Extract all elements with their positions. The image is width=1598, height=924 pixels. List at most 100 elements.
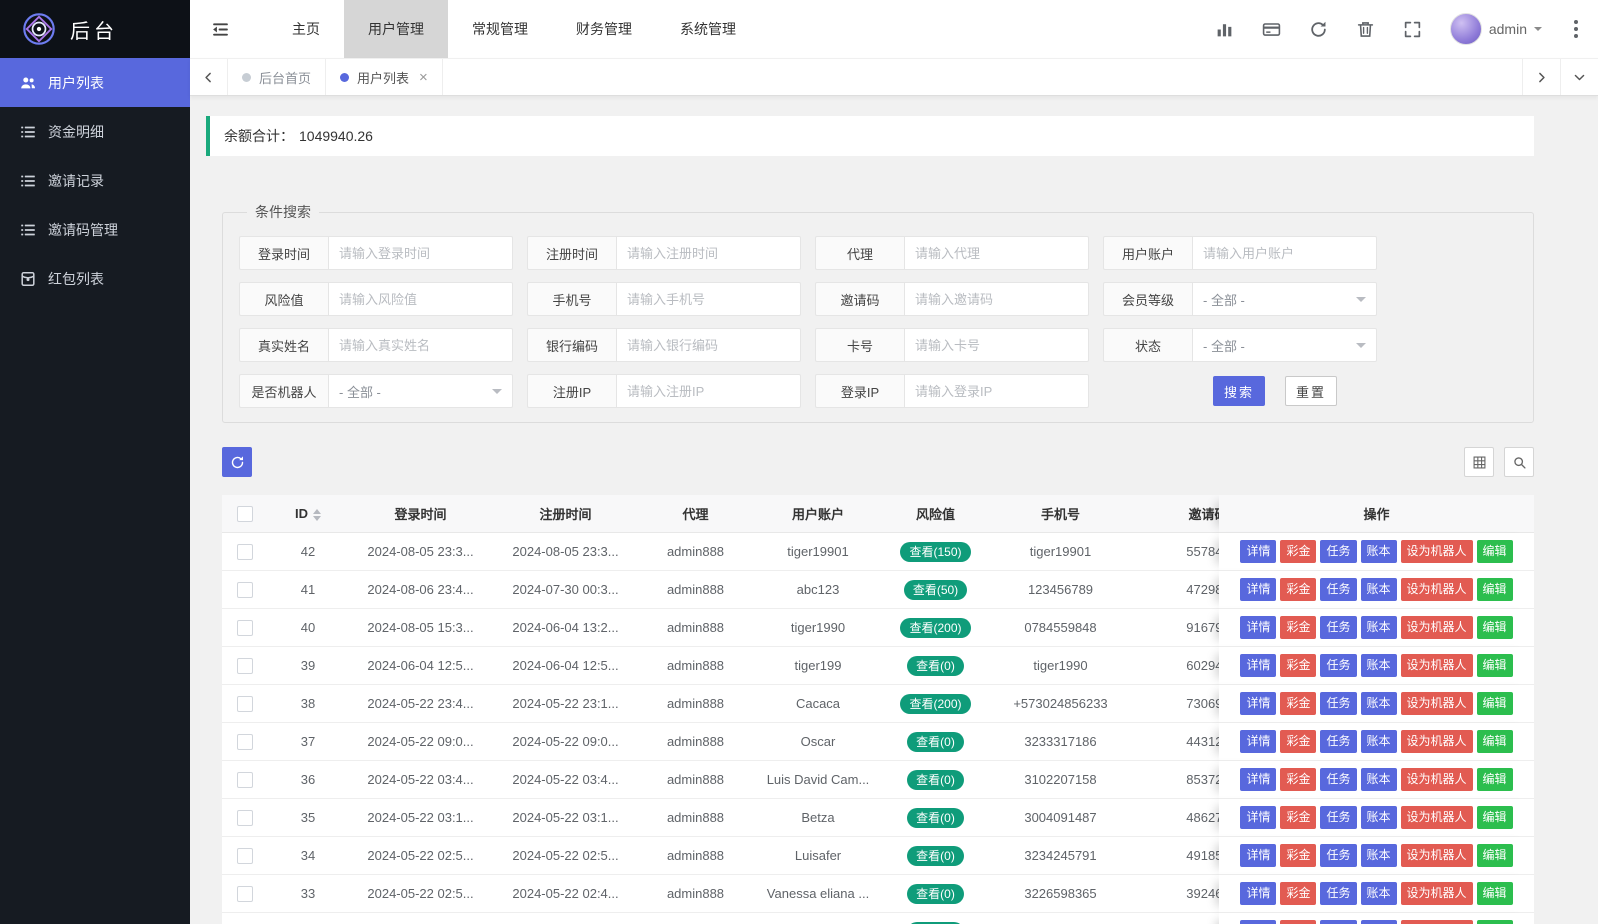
detail-button[interactable]: 详情 <box>1240 616 1276 639</box>
bonus-button[interactable]: 彩金 <box>1280 806 1316 829</box>
sidebar-item[interactable]: 红包列表 <box>0 254 190 303</box>
bonus-button[interactable]: 彩金 <box>1280 920 1316 924</box>
edit-button[interactable]: 编辑 <box>1477 578 1513 601</box>
detail-button[interactable]: 详情 <box>1240 540 1276 563</box>
search-field-input[interactable] <box>905 236 1089 270</box>
user-menu[interactable]: admin <box>1450 13 1542 45</box>
sidebar-item[interactable]: 邀请记录 <box>0 156 190 205</box>
ledger-button[interactable]: 账本 <box>1361 730 1397 753</box>
risk-view-badge[interactable]: 查看(0) <box>907 884 964 904</box>
search-field-input[interactable] <box>329 236 513 270</box>
top-menu-item[interactable]: 主页 <box>268 0 344 58</box>
bonus-button[interactable]: 彩金 <box>1280 882 1316 905</box>
bonus-button[interactable]: 彩金 <box>1280 692 1316 715</box>
edit-button[interactable]: 编辑 <box>1477 730 1513 753</box>
search-field-input[interactable] <box>1193 236 1377 270</box>
set-robot-button[interactable]: 设为机器人 <box>1401 578 1473 601</box>
edit-button[interactable]: 编辑 <box>1477 768 1513 791</box>
bonus-button[interactable]: 彩金 <box>1280 768 1316 791</box>
tab[interactable]: 后台首页 <box>228 59 326 95</box>
task-button[interactable]: 任务 <box>1320 730 1356 753</box>
top-menu-item[interactable]: 用户管理 <box>344 0 448 58</box>
risk-view-badge[interactable]: 查看(0) <box>907 732 964 752</box>
reset-button[interactable]: 重置 <box>1285 376 1337 406</box>
search-field-input[interactable] <box>617 236 801 270</box>
ledger-button[interactable]: 账本 <box>1361 882 1397 905</box>
sidebar-item[interactable]: 资金明细 <box>0 107 190 156</box>
task-button[interactable]: 任务 <box>1320 882 1356 905</box>
edit-button[interactable]: 编辑 <box>1477 882 1513 905</box>
ledger-button[interactable]: 账本 <box>1361 540 1397 563</box>
row-checkbox[interactable] <box>237 848 253 864</box>
top-menu-item[interactable]: 常规管理 <box>448 0 552 58</box>
search-field-input[interactable] <box>617 282 801 316</box>
row-checkbox[interactable] <box>237 582 253 598</box>
risk-view-badge[interactable]: 查看(150) <box>900 542 970 562</box>
risk-view-badge[interactable]: 查看(0) <box>907 656 964 676</box>
row-checkbox[interactable] <box>237 810 253 826</box>
search-field-input[interactable] <box>905 374 1089 408</box>
task-button[interactable]: 任务 <box>1320 540 1356 563</box>
detail-button[interactable]: 详情 <box>1240 882 1276 905</box>
search-field-input[interactable] <box>329 282 513 316</box>
card-icon[interactable] <box>1262 20 1281 39</box>
app-logo[interactable]: 后台 <box>0 0 190 58</box>
ledger-button[interactable]: 账本 <box>1361 654 1397 677</box>
edit-button[interactable]: 编辑 <box>1477 920 1513 924</box>
risk-view-badge[interactable]: 查看(200) <box>900 618 970 638</box>
set-robot-button[interactable]: 设为机器人 <box>1401 768 1473 791</box>
search-field-input[interactable] <box>905 328 1089 362</box>
edit-button[interactable]: 编辑 <box>1477 654 1513 677</box>
detail-button[interactable]: 详情 <box>1240 844 1276 867</box>
detail-button[interactable]: 详情 <box>1240 692 1276 715</box>
top-menu-item[interactable]: 财务管理 <box>552 0 656 58</box>
edit-button[interactable]: 编辑 <box>1477 692 1513 715</box>
tab-close-icon[interactable]: × <box>419 70 428 85</box>
columns-filter-button[interactable] <box>1464 447 1494 477</box>
edit-button[interactable]: 编辑 <box>1477 540 1513 563</box>
row-checkbox[interactable] <box>237 772 253 788</box>
set-robot-button[interactable]: 设为机器人 <box>1401 806 1473 829</box>
clear-cache-icon[interactable] <box>1356 20 1375 39</box>
set-robot-button[interactable]: 设为机器人 <box>1401 616 1473 639</box>
set-robot-button[interactable]: 设为机器人 <box>1401 882 1473 905</box>
row-checkbox[interactable] <box>237 658 253 674</box>
row-checkbox[interactable] <box>237 696 253 712</box>
task-button[interactable]: 任务 <box>1320 844 1356 867</box>
risk-view-badge[interactable]: 查看(0) <box>907 846 964 866</box>
edit-button[interactable]: 编辑 <box>1477 844 1513 867</box>
set-robot-button[interactable]: 设为机器人 <box>1401 920 1473 924</box>
search-field-input[interactable] <box>617 328 801 362</box>
fullscreen-icon[interactable] <box>1403 20 1422 39</box>
row-checkbox[interactable] <box>237 886 253 902</box>
tab[interactable]: 用户列表 × <box>326 59 443 95</box>
search-field-input[interactable] <box>617 374 801 408</box>
bonus-button[interactable]: 彩金 <box>1280 578 1316 601</box>
tabs-menu-button[interactable] <box>1560 59 1598 95</box>
sidebar-item[interactable]: 用户列表 <box>0 58 190 107</box>
row-checkbox[interactable] <box>237 734 253 750</box>
task-button[interactable]: 任务 <box>1320 616 1356 639</box>
ledger-button[interactable]: 账本 <box>1361 768 1397 791</box>
refresh-icon[interactable] <box>1309 20 1328 39</box>
bonus-button[interactable]: 彩金 <box>1280 540 1316 563</box>
detail-button[interactable]: 详情 <box>1240 730 1276 753</box>
sort-id-control[interactable] <box>313 509 321 521</box>
risk-view-badge[interactable]: 查看(50) <box>904 580 967 600</box>
set-robot-button[interactable]: 设为机器人 <box>1401 654 1473 677</box>
bonus-button[interactable]: 彩金 <box>1280 616 1316 639</box>
detail-button[interactable]: 详情 <box>1240 768 1276 791</box>
detail-button[interactable]: 详情 <box>1240 654 1276 677</box>
ledger-button[interactable]: 账本 <box>1361 844 1397 867</box>
set-robot-button[interactable]: 设为机器人 <box>1401 692 1473 715</box>
tabs-scroll-right-button[interactable] <box>1522 59 1560 95</box>
set-robot-button[interactable]: 设为机器人 <box>1401 540 1473 563</box>
table-refresh-button[interactable] <box>222 447 252 477</box>
edit-button[interactable]: 编辑 <box>1477 616 1513 639</box>
stats-icon[interactable] <box>1215 20 1234 39</box>
table-search-toggle-button[interactable] <box>1504 447 1534 477</box>
row-checkbox[interactable] <box>237 544 253 560</box>
ledger-button[interactable]: 账本 <box>1361 578 1397 601</box>
set-robot-button[interactable]: 设为机器人 <box>1401 730 1473 753</box>
select-all-checkbox[interactable] <box>237 506 253 522</box>
